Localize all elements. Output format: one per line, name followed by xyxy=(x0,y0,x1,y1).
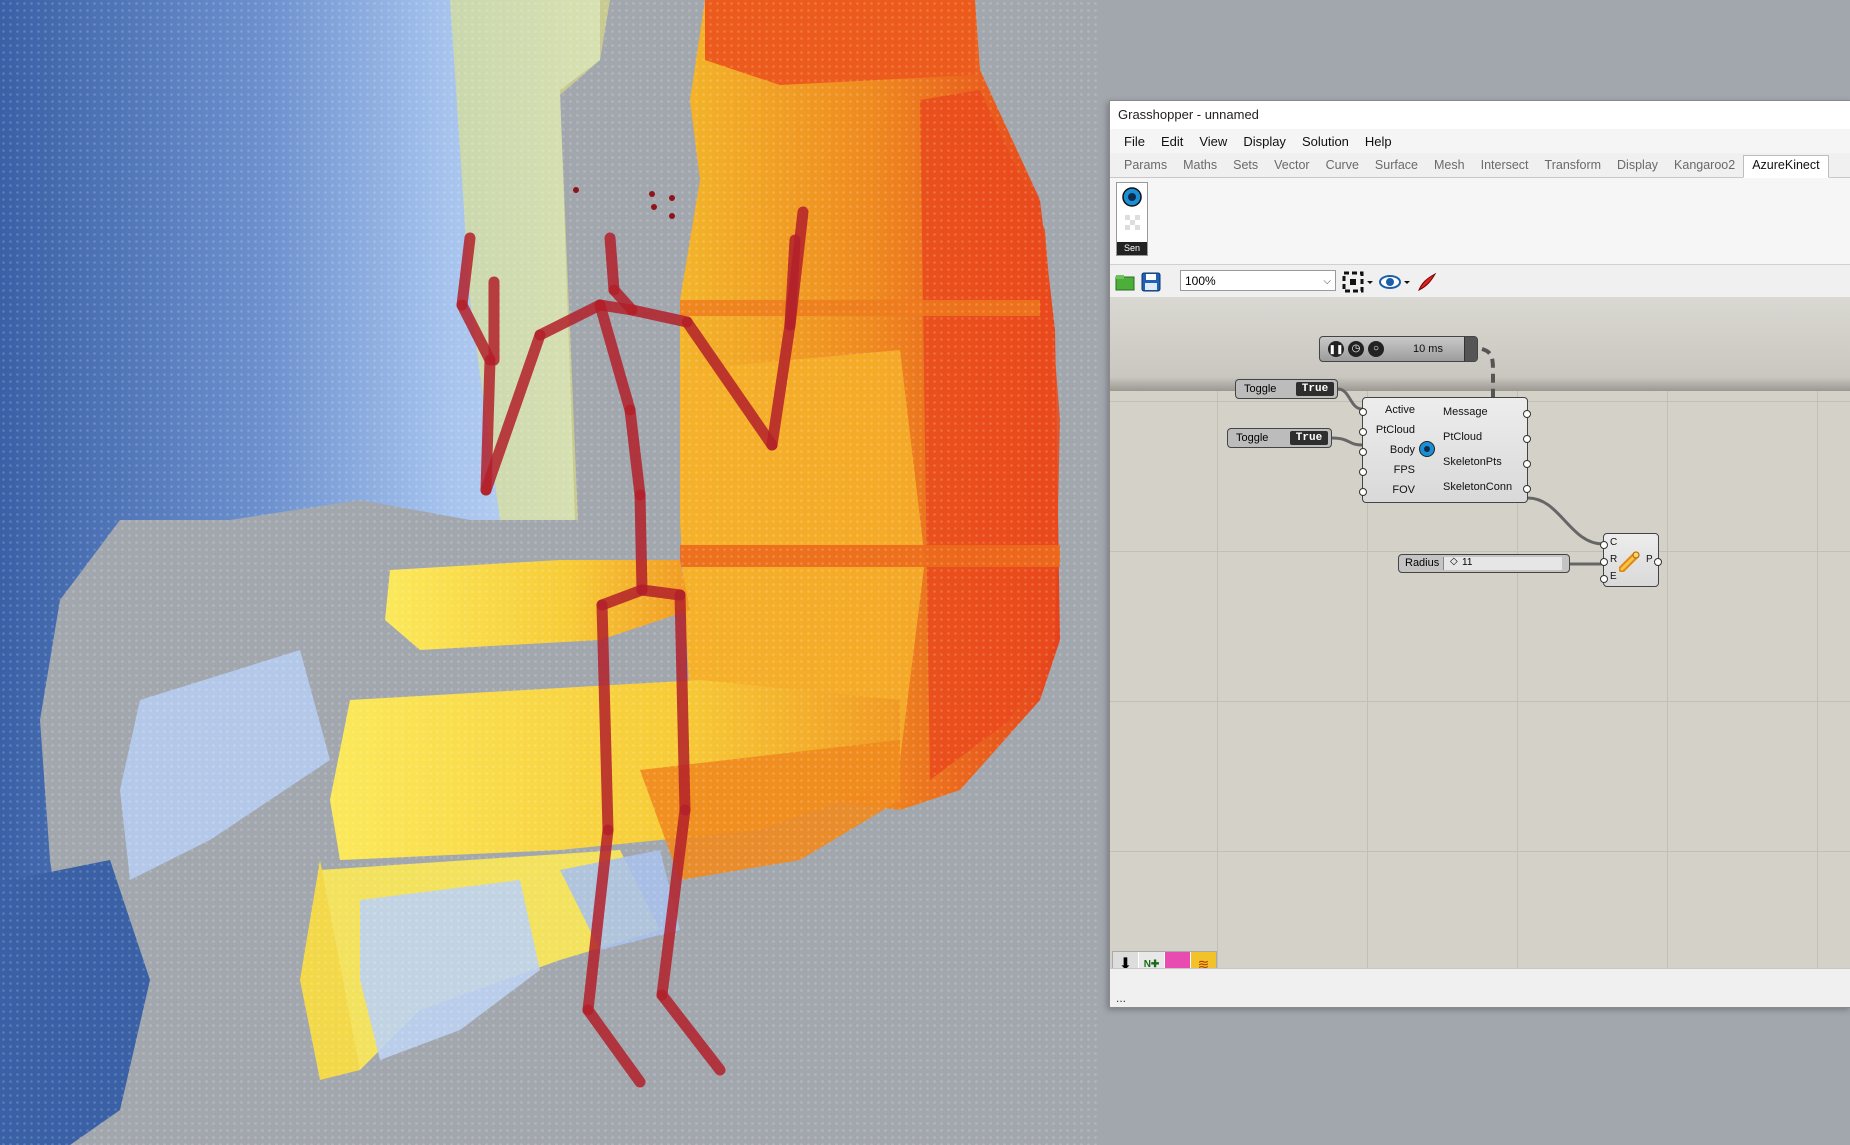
slider-track[interactable]: ◇ 11 xyxy=(1443,556,1562,570)
grasshopper-canvas[interactable]: ❚❚ ◷ ○ 10 ms Toggle True Toggle True Act… xyxy=(1110,297,1850,969)
grasshopper-window[interactable]: Grasshopper - unnamed File Edit View Dis… xyxy=(1109,100,1850,1008)
input-param[interactable]: E xyxy=(1610,571,1617,582)
tab-intersect[interactable]: Intersect xyxy=(1473,156,1537,177)
pipe-component[interactable]: C R E P xyxy=(1600,533,1662,587)
chevron-down-icon: ⌵ xyxy=(1323,276,1331,287)
point-cloud xyxy=(0,0,1100,1145)
output-param[interactable]: SkeletonConn xyxy=(1443,481,1512,493)
zoom-select[interactable]: 100% ⌵ xyxy=(1180,270,1336,291)
tab-transform[interactable]: Transform xyxy=(1537,156,1610,177)
status-bar: ... xyxy=(1110,968,1850,1007)
input-param[interactable]: PtCloud xyxy=(1369,424,1415,436)
toggle-label: Toggle xyxy=(1236,432,1269,444)
skeleton-bone xyxy=(784,234,801,331)
input-param[interactable]: FOV xyxy=(1371,484,1415,496)
menu-help[interactable]: Help xyxy=(1357,134,1400,149)
zoom-extents-icon[interactable] xyxy=(1342,271,1374,293)
status-text: ... xyxy=(1116,991,1127,1005)
slider-label: Radius xyxy=(1405,557,1440,569)
skeleton-bone xyxy=(604,232,620,296)
kinect-eye-icon xyxy=(1419,441,1435,457)
pipe-icon xyxy=(1619,551,1640,572)
menu-display[interactable]: Display xyxy=(1235,134,1294,149)
ribbon-icon-label: Sen xyxy=(1117,242,1147,255)
zoom-value: 100% xyxy=(1185,274,1216,288)
skeleton-bone xyxy=(636,584,686,601)
boolean-toggle[interactable]: Toggle True xyxy=(1235,379,1338,399)
open-file-icon[interactable] xyxy=(1114,271,1136,293)
tab-curve[interactable]: Curve xyxy=(1318,156,1367,177)
pause-icon[interactable]: ❚❚ xyxy=(1328,341,1344,357)
tab-mesh[interactable]: Mesh xyxy=(1426,156,1473,177)
timer-component[interactable]: ❚❚ ◷ ○ 10 ms xyxy=(1319,336,1478,362)
toggle-label: Toggle xyxy=(1244,383,1277,395)
window-title: Grasshopper - unnamed xyxy=(1110,101,1850,129)
sketch-brush-icon[interactable] xyxy=(1416,271,1438,293)
kinect-eye-icon xyxy=(1122,187,1142,230)
tab-display[interactable]: Display xyxy=(1609,156,1666,177)
tab-maths[interactable]: Maths xyxy=(1175,156,1225,177)
clock-icon[interactable]: ◷ xyxy=(1348,341,1364,357)
slider-value: 11 xyxy=(1462,557,1473,568)
toggle-value[interactable]: True xyxy=(1290,431,1328,445)
record-icon[interactable]: ○ xyxy=(1368,341,1384,357)
save-file-icon[interactable] xyxy=(1140,271,1162,293)
toggle-value[interactable]: True xyxy=(1296,382,1334,396)
input-param[interactable]: R xyxy=(1610,554,1617,565)
tab-vector[interactable]: Vector xyxy=(1266,156,1317,177)
azure-kinect-component[interactable]: Active PtCloud Body FPS FOV Message PtCl… xyxy=(1359,397,1531,503)
skeleton-bone xyxy=(634,489,648,596)
boolean-toggle[interactable]: Toggle True xyxy=(1227,428,1332,448)
tab-params[interactable]: Params xyxy=(1116,156,1175,177)
tab-sets[interactable]: Sets xyxy=(1225,156,1266,177)
output-param[interactable]: SkeletonPts xyxy=(1443,456,1502,468)
skeleton-bone xyxy=(674,589,691,816)
output-param[interactable]: Message xyxy=(1443,406,1488,418)
preview-eye-icon[interactable] xyxy=(1378,271,1412,293)
tab-surface[interactable]: Surface xyxy=(1367,156,1426,177)
tab-azurekinect[interactable]: AzureKinect xyxy=(1743,155,1829,178)
tab-kangaroo2[interactable]: Kangaroo2 xyxy=(1666,156,1743,177)
output-param[interactable]: P xyxy=(1646,554,1653,565)
slider-grip-icon[interactable]: ◇ xyxy=(1450,556,1458,567)
menu-view[interactable]: View xyxy=(1191,134,1235,149)
menu-bar: File Edit View Display Solution Help xyxy=(1110,129,1850,153)
point-cloud-texture xyxy=(0,0,1100,1145)
canvas-toolbar: 100% ⌵ xyxy=(1110,265,1850,299)
timer-interval: 10 ms xyxy=(1413,343,1443,355)
input-param[interactable]: FPS xyxy=(1371,464,1415,476)
component-tabs: Params Maths Sets Vector Curve Surface M… xyxy=(1110,153,1850,178)
timer-end-cap xyxy=(1464,337,1477,361)
menu-edit[interactable]: Edit xyxy=(1153,134,1191,149)
input-param[interactable]: Body xyxy=(1371,444,1415,456)
skeleton-bone xyxy=(596,599,614,836)
component-ribbon: Sen xyxy=(1110,178,1850,265)
number-slider[interactable]: Radius ◇ 11 xyxy=(1398,554,1570,573)
menu-file[interactable]: File xyxy=(1116,134,1153,149)
input-param[interactable]: C xyxy=(1610,537,1617,548)
menu-solution[interactable]: Solution xyxy=(1294,134,1357,149)
kinect-sensor-component-icon[interactable]: Sen xyxy=(1116,182,1148,256)
output-param[interactable]: PtCloud xyxy=(1443,431,1482,443)
input-param[interactable]: Active xyxy=(1371,404,1415,416)
